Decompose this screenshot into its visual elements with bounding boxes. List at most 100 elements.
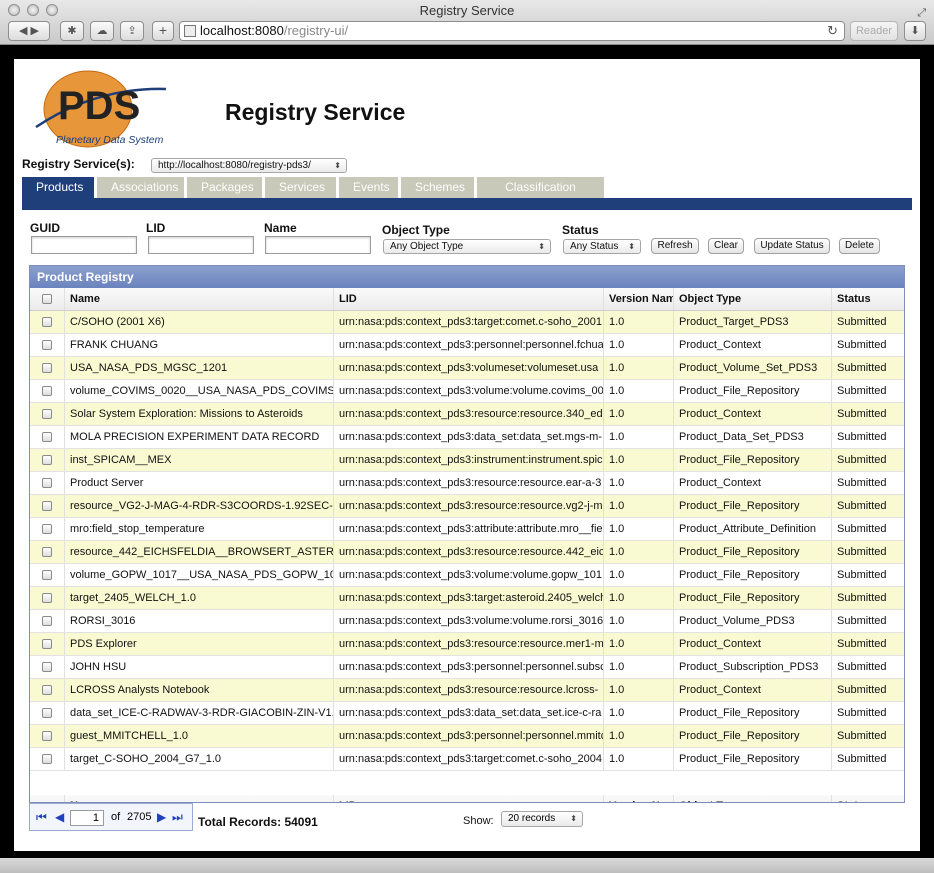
column-header-lid[interactable]: LID (334, 288, 604, 310)
icloud-button[interactable]: ☁ (90, 21, 114, 41)
select-all-checkbox[interactable] (42, 294, 52, 304)
table-row[interactable]: Product Server urn:nasa:pds:context_pds3:… (30, 472, 904, 495)
zoom-window-button[interactable] (46, 4, 58, 16)
row-checkbox[interactable] (42, 547, 52, 557)
table-row[interactable]: FRANK CHUANG urn:nasa:pds:context_pds3:pe… (30, 334, 904, 357)
footer-header-version[interactable]: Version Name (604, 795, 674, 802)
prev-page-icon[interactable]: ◀ (55, 810, 64, 824)
row-checkbox[interactable] (42, 570, 52, 580)
cell-version: 1.0 (604, 610, 674, 632)
row-checkbox[interactable] (42, 455, 52, 465)
row-checkbox[interactable] (42, 501, 52, 511)
minimize-window-button[interactable] (27, 4, 39, 16)
row-checkbox[interactable] (42, 708, 52, 718)
first-page-icon[interactable]: ⏮ (36, 810, 47, 825)
next-page-icon[interactable]: ▶ (157, 810, 166, 824)
name-input[interactable] (265, 236, 371, 254)
cell-object-type: Product_File_Repository (674, 495, 832, 517)
row-checkbox[interactable] (42, 731, 52, 741)
update-status-button[interactable]: Update Status (754, 238, 830, 254)
table-row[interactable]: guest_MMITCHELL_1.0 urn:nasa:pds:context_… (30, 725, 904, 748)
registry-service-select[interactable]: http://localhost:8080/registry-pds3/ ⬍ (151, 158, 347, 173)
close-window-button[interactable] (8, 4, 20, 16)
new-tab-button[interactable]: + (152, 21, 174, 41)
tab-associations[interactable]: Associations (97, 177, 184, 198)
footer-header-status[interactable]: Status (832, 795, 904, 802)
row-checkbox[interactable] (42, 524, 52, 534)
table-row[interactable]: inst_SPICAM__MEX urn:nasa:pds:context_pds… (30, 449, 904, 472)
row-checkbox[interactable] (42, 593, 52, 603)
tab-classification-nodes[interactable]: Classification Nodes (477, 177, 604, 215)
footer-header-name[interactable]: Name (65, 795, 334, 802)
cell-name: MOLA PRECISION EXPERIMENT DATA RECORD (65, 426, 334, 448)
table-row[interactable]: JOHN HSU urn:nasa:pds:context_pds3:person… (30, 656, 904, 679)
back-icon[interactable]: ◀ (19, 25, 27, 37)
tab-events[interactable]: Events (339, 177, 398, 198)
logo-subtitle: Planetary Data System (56, 134, 164, 146)
share-button[interactable]: ⇪ (120, 21, 144, 41)
row-checkbox[interactable] (42, 685, 52, 695)
address-bar[interactable]: localhost:8080/registry-ui/ ↻ (179, 21, 845, 41)
page-size-select[interactable]: 20 records ⬍ (501, 811, 583, 827)
footer-header-object-type[interactable]: Object Type (674, 795, 832, 802)
column-header-object-type[interactable]: Object Type (674, 288, 832, 310)
row-checkbox[interactable] (42, 432, 52, 442)
table-row[interactable]: USA_NASA_PDS_MGSC_1201 urn:nasa:pds:conte… (30, 357, 904, 380)
last-page-icon[interactable]: ⏭ (172, 810, 183, 825)
table-row[interactable]: volume_COVIMS_0020__USA_NASA_PDS_COVIMS u… (30, 380, 904, 403)
object-type-select[interactable]: Any Object Type ⬍ (383, 239, 551, 254)
table-row[interactable]: RORSI_3016 urn:nasa:pds:context_pds3:volu… (30, 610, 904, 633)
row-checkbox[interactable] (42, 662, 52, 672)
tab-schemes[interactable]: Schemes (401, 177, 474, 198)
table-row[interactable]: resource_VG2-J-MAG-4-RDR-S3COORDS-1.92SE… (30, 495, 904, 518)
reload-icon[interactable]: ↻ (827, 22, 838, 40)
column-header-status[interactable]: Status (832, 288, 904, 310)
column-header-version[interactable]: Version Name (604, 288, 674, 310)
row-checkbox[interactable] (42, 478, 52, 488)
page-number-input[interactable]: 1 (70, 810, 104, 826)
refresh-button[interactable]: Refresh (651, 238, 699, 254)
footer-header-lid[interactable]: LID (334, 795, 604, 802)
row-checkbox[interactable] (42, 639, 52, 649)
cell-status: Submitted (837, 684, 887, 696)
status-select[interactable]: Any Status ⬍ (563, 239, 641, 254)
cell-name: volume_GOPW_1017__USA_NASA_PDS_GOPW_10 (65, 564, 334, 586)
clear-button[interactable]: Clear (708, 238, 744, 254)
column-header-name[interactable]: Name (65, 288, 334, 310)
back-forward-buttons[interactable]: ◀ ▶ (8, 21, 50, 41)
row-checkbox[interactable] (42, 317, 52, 327)
table-row[interactable]: PDS Explorer urn:nasa:pds:context_pds3:re… (30, 633, 904, 656)
forward-icon[interactable]: ▶ (31, 25, 39, 37)
cell-lid: urn:nasa:pds:context_pds3:volume:volume.… (334, 610, 604, 632)
table-row[interactable]: target_C-SOHO_2004_G7_1.0 urn:nasa:pds:co… (30, 748, 904, 771)
puzzle-icon: ✱ (67, 25, 77, 37)
table-row[interactable]: resource_442_EICHSFELDIA__BROWSERT_ASTER… (30, 541, 904, 564)
tab-packages[interactable]: Packages (187, 177, 262, 198)
table-row[interactable]: C/SOHO (2001 X6) urn:nasa:pds:context_pds… (30, 311, 904, 334)
table-row[interactable]: Solar System Exploration: Missions to As… (30, 403, 904, 426)
lid-input[interactable] (148, 236, 254, 254)
downloads-button[interactable]: ⬇ (904, 21, 926, 41)
row-checkbox[interactable] (42, 340, 52, 350)
select-all-cell (30, 288, 65, 310)
guid-input[interactable] (31, 236, 137, 254)
row-checkbox[interactable] (42, 386, 52, 396)
reader-button[interactable]: Reader (850, 21, 898, 41)
row-checkbox[interactable] (42, 616, 52, 626)
row-checkbox[interactable] (42, 409, 52, 419)
cell-lid: urn:nasa:pds:context_pds3:personnel:pers… (334, 656, 604, 678)
row-checkbox[interactable] (42, 754, 52, 764)
extensions-button[interactable]: ✱ (60, 21, 84, 41)
table-row[interactable]: data_set_ICE-C-RADWAV-3-RDR-GIACOBIN-ZIN… (30, 702, 904, 725)
tab-products[interactable]: Products (22, 177, 94, 198)
cell-status: Submitted (837, 523, 887, 535)
table-row[interactable]: mro:field_stop_temperature urn:nasa:pds:c… (30, 518, 904, 541)
table-row[interactable]: MOLA PRECISION EXPERIMENT DATA RECORD urn… (30, 426, 904, 449)
table-row[interactable]: LCROSS Analysts Notebook urn:nasa:pds:con… (30, 679, 904, 702)
delete-button[interactable]: Delete (839, 238, 880, 254)
table-row[interactable]: volume_GOPW_1017__USA_NASA_PDS_GOPW_10 ur… (30, 564, 904, 587)
tab-services[interactable]: Services (265, 177, 336, 198)
row-checkbox[interactable] (42, 363, 52, 373)
status-label: Status (562, 223, 599, 237)
table-row[interactable]: target_2405_WELCH_1.0 urn:nasa:pds:contex… (30, 587, 904, 610)
